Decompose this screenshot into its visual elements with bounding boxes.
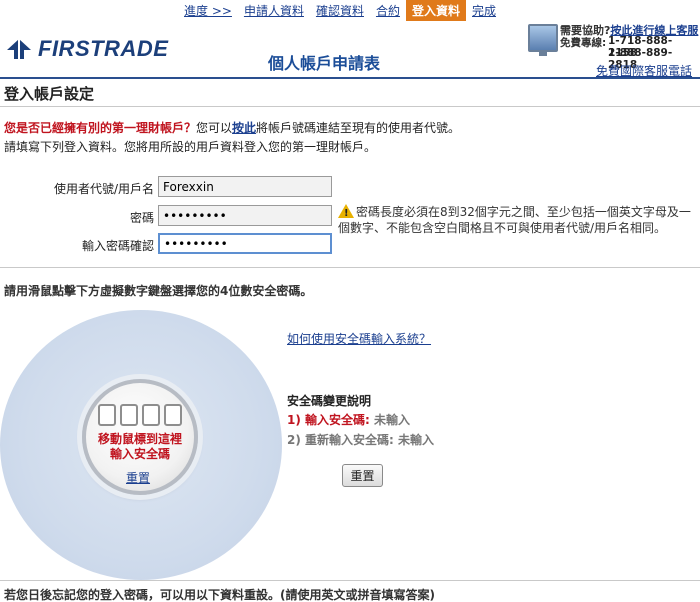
logo-arrow-icon (7, 39, 31, 59)
section-divider (0, 106, 700, 107)
step2-status: 2) 重新輸入安全碼: 未輸入 (287, 431, 434, 448)
username-input[interactable] (158, 176, 332, 197)
password-rules-text: 密碼長度必須在8到32個字元之間、至少包括一個英文字母及一個數字、不能包含空白間… (338, 205, 691, 235)
reset-button[interactable]: 重置 (342, 464, 383, 487)
nav-progress[interactable]: 進度 >> (178, 0, 238, 21)
password-label: 密碼 (129, 211, 154, 225)
security-change-title: 安全碼變更說明 (287, 394, 372, 408)
password-input[interactable] (158, 205, 332, 226)
warning-icon (338, 204, 354, 222)
link-account-link[interactable]: 按此 (232, 121, 256, 135)
username-label: 使用者代號/用戶名 (53, 182, 154, 196)
progress-nav: 進度 >> 申請人資料 確認資料 合約 登入資料 完成 (178, 0, 502, 21)
move-mouse-line1: 移動鼠標到這裡 (97, 432, 182, 446)
pin-slot (164, 404, 182, 426)
section-title: 登入帳戶設定 (4, 85, 95, 103)
nav-confirm-info[interactable]: 確認資料 (310, 0, 370, 21)
firstrade-logo: FIRSTRADE (6, 36, 168, 62)
step1-label: 1) 輸入安全碼: (287, 413, 370, 427)
intro-text: 您可以 (196, 121, 233, 135)
keypad-instruction: 請用滑鼠點擊下方虛擬數字鍵盤選擇您的4位數安全密碼。 (4, 284, 313, 298)
header-divider (0, 77, 700, 79)
footer-divider (0, 580, 700, 581)
password-rules: 密碼長度必須在8到32個字元之間、至少包括一個英文字母及一個數字、不能包含空白間… (338, 204, 694, 236)
password-reset-note: 若您日後忘記您的登入密碼，可以用以下資料重設。(請使用英文或拼音填寫答案) (4, 588, 435, 602)
nav-complete[interactable]: 完成 (466, 0, 502, 21)
move-mouse-line2: 輸入安全碼 (109, 447, 170, 461)
help-box: 需要協助?按此進行線上客服 免費專線: 1-718-888-2158 1-888… (528, 22, 698, 71)
intro-text-end: 將帳戶號碼連結至現有的使用者代號。 (256, 121, 461, 135)
page-title: 個人帳戶申請表 (268, 54, 381, 73)
move-mouse-here-text: 移動鼠標到這裡 輸入安全碼 (92, 432, 188, 462)
step1-status: 1) 輸入安全碼: 未輸入 (287, 411, 410, 428)
username-row: 使用者代號/用戶名 (0, 176, 700, 198)
pin-slot (142, 404, 160, 426)
step2-label: 2) 重新輸入安全碼: (287, 433, 394, 447)
step1-value: 未輸入 (374, 413, 411, 427)
confirm-password-row: 輸入密碼確認 (0, 233, 700, 255)
nav-agreement[interactable]: 合約 (370, 0, 406, 21)
pin-slot (98, 404, 116, 426)
support-agent-icon (528, 24, 558, 56)
logo-text: FIRSTRADE (38, 36, 169, 61)
how-to-use-link[interactable]: 如何使用安全碼輸入系統？ (287, 330, 431, 347)
pin-slot (120, 404, 138, 426)
step2-value: 未輸入 (398, 433, 435, 447)
confirm-password-label: 輸入密碼確認 (81, 239, 154, 253)
existing-account-question: 您是否已經擁有別的第一理財帳戶？ (4, 121, 197, 135)
login-instruction: 請填寫下列登入資料。您將用所設的用戶資料登入您的第一理財帳戶。 (4, 140, 377, 154)
nav-login-info[interactable]: 登入資料 (405, 0, 466, 21)
tollfree-label: 免費專線: (560, 37, 607, 49)
keypad-reset-link[interactable]: 重置 (126, 469, 150, 486)
nav-applicant-info[interactable]: 申請人資料 (238, 0, 310, 21)
existing-account-note: 您是否已經擁有別的第一理財帳戶？您可以按此將帳戶號碼連結至現有的使用者代號。 (4, 119, 460, 136)
confirm-password-input[interactable] (158, 233, 332, 254)
form-divider (0, 267, 700, 268)
pin-slots (98, 404, 182, 426)
